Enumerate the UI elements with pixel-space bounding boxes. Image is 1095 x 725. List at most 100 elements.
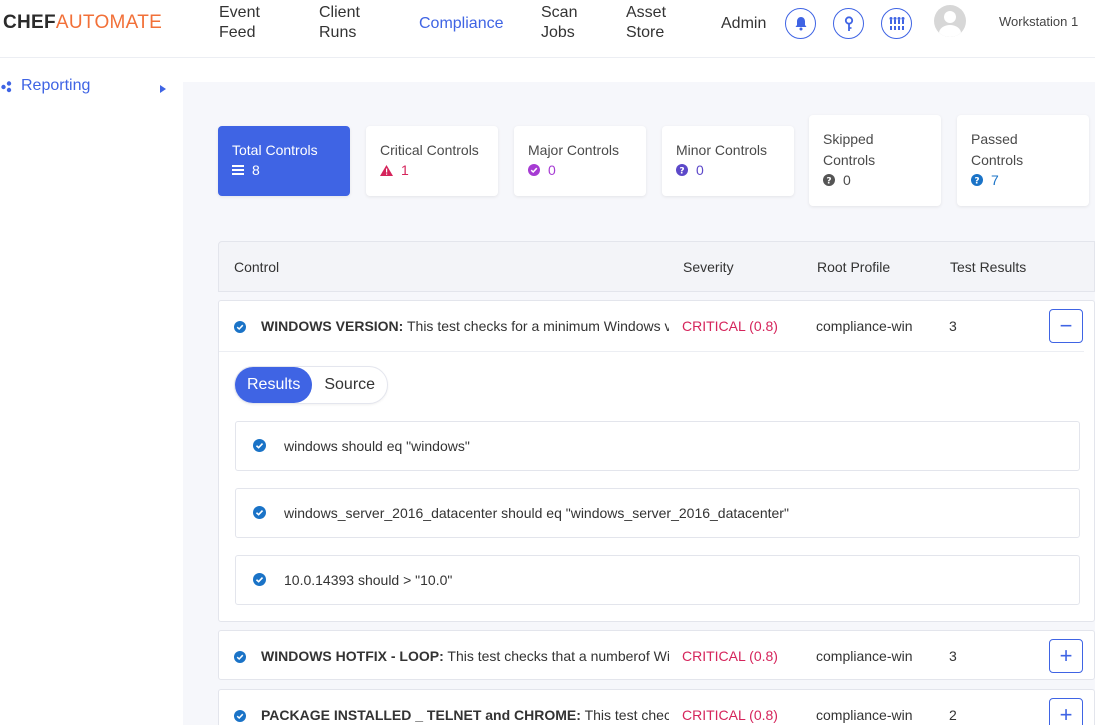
stat-value: 7: [991, 172, 999, 188]
root-profile-value: compliance-win: [816, 707, 913, 723]
table-row[interactable]: WINDOWS HOTFIX - LOOP: This test checks …: [218, 630, 1095, 680]
result-item[interactable]: windows should eq "windows": [235, 421, 1080, 471]
nav-label-line1: Asset: [626, 4, 667, 21]
stat-passed-controls[interactable]: Passed Controls ? 7: [957, 115, 1089, 206]
stat-critical-controls[interactable]: Critical Controls 1: [366, 126, 498, 196]
stat-major-controls[interactable]: Major Controls 0: [514, 126, 646, 196]
nav-label-line2: Jobs: [541, 24, 575, 41]
workstation-label[interactable]: Workstation 1: [999, 14, 1078, 29]
stat-skipped-controls[interactable]: Skipped Controls ? 0: [809, 115, 941, 206]
nav-label-line1: Compliance: [419, 15, 504, 32]
stat-minor-controls[interactable]: Minor Controls ? 0: [662, 126, 794, 196]
nav-client-runs[interactable]: Client Runs: [319, 3, 360, 43]
control-summary[interactable]: WINDOWS VERSION: This test checks for a …: [219, 301, 1094, 349]
check-circle-icon: [253, 439, 266, 455]
nav-admin[interactable]: Admin: [721, 14, 766, 34]
nav-scan-jobs[interactable]: Scan Jobs: [541, 3, 577, 43]
stat-total-controls[interactable]: Total Controls 8: [218, 126, 350, 196]
nav-label-line1: Admin: [721, 15, 767, 32]
sidebar-item-reporting[interactable]: Reporting: [0, 74, 183, 98]
nav-compliance[interactable]: Compliance: [419, 14, 503, 34]
expand-button[interactable]: +: [1049, 698, 1083, 725]
stat-title-line2: Controls: [971, 152, 1024, 168]
check-circle-icon: [234, 320, 246, 336]
check-circle-icon: [528, 164, 540, 176]
nav-asset-store[interactable]: Asset Store: [626, 3, 666, 43]
column-header-control[interactable]: Control: [234, 259, 279, 275]
control-description: This test checks for a minimum Windows v…: [406, 318, 669, 334]
logo-text-bold: CHEF: [3, 12, 56, 33]
stat-value: 0: [696, 162, 704, 178]
control-description: This test checks that a numberof Windows…: [447, 648, 669, 664]
nav-label-line1: Event: [219, 4, 260, 21]
caret-right-icon: [159, 81, 167, 99]
avatar[interactable]: [934, 5, 966, 37]
column-header-root-profile[interactable]: Root Profile: [817, 259, 890, 275]
warning-icon: [380, 164, 393, 176]
svg-text:?: ?: [826, 176, 831, 186]
stat-title-line2: Controls: [823, 152, 876, 168]
list-icon: [232, 165, 244, 175]
nav-label-line1: Client: [319, 4, 360, 21]
stat-value: 0: [548, 162, 556, 178]
svg-text:?: ?: [974, 176, 979, 186]
question-circle-icon: ?: [676, 164, 688, 176]
table-row[interactable]: WINDOWS VERSION: This test checks for a …: [218, 300, 1095, 622]
nav-label-line1: Scan: [541, 4, 578, 21]
check-circle-icon: [234, 650, 246, 666]
result-text: windows_server_2016_datacenter should eq…: [284, 505, 789, 521]
result-text: 10.0.14393 should > "10.0": [284, 572, 453, 588]
controls-table-header: Control Severity Root Profile Test Resul…: [218, 241, 1095, 292]
sidebar-item-label: Reporting: [21, 77, 91, 94]
stat-title: Major Controls: [528, 142, 620, 158]
question-circle-icon: ?: [971, 174, 983, 186]
control-detail-panel: Results Source windows should eq "window…: [219, 351, 1084, 622]
bell-icon[interactable]: [785, 8, 816, 39]
stat-value: 1: [401, 162, 409, 178]
control-name: WINDOWS HOTFIX - LOOP: This test checks …: [261, 648, 669, 664]
check-circle-icon: [234, 709, 246, 725]
control-summary[interactable]: WINDOWS HOTFIX - LOOP: This test checks …: [219, 631, 1094, 679]
stat-title: Critical Controls: [380, 142, 479, 158]
stat-value: 0: [843, 172, 851, 188]
table-row[interactable]: PACKAGE INSTALLED _ TELNET and CHROME: T…: [218, 689, 1095, 725]
stat-value: 8: [252, 162, 260, 178]
stat-title-line1: Skipped: [823, 131, 874, 147]
control-name: WINDOWS VERSION: This test checks for a …: [261, 318, 669, 334]
nav-event-feed[interactable]: Event Feed: [219, 3, 260, 43]
result-text: windows should eq "windows": [284, 438, 470, 454]
severity-value: CRITICAL (0.8): [682, 707, 778, 723]
reporting-icon: [1, 80, 13, 98]
control-summary[interactable]: PACKAGE INSTALLED _ TELNET and CHROME: T…: [219, 690, 1094, 725]
nav-label-line2: Runs: [319, 24, 357, 41]
tab-source[interactable]: Source: [312, 367, 387, 403]
key-icon[interactable]: [833, 8, 864, 39]
svg-text:?: ?: [679, 166, 684, 176]
results-source-tabs: Results Source: [234, 366, 389, 404]
root-profile-value: compliance-win: [816, 318, 913, 334]
result-item[interactable]: windows_server_2016_datacenter should eq…: [235, 488, 1080, 538]
tab-results[interactable]: Results: [235, 367, 313, 403]
check-circle-icon: [253, 506, 266, 522]
nav-label-line2: Store: [626, 24, 665, 41]
collapse-button[interactable]: −: [1049, 309, 1083, 343]
control-title: WINDOWS VERSION:: [261, 318, 404, 334]
column-header-test-results[interactable]: Test Results: [950, 259, 1026, 275]
logo-text-light: AUTOMATE: [55, 12, 163, 33]
severity-value: CRITICAL (0.8): [682, 648, 778, 664]
test-results-value: 3: [949, 318, 957, 334]
chef-automate-logo[interactable]: CHEFAUTOMATE: [3, 12, 162, 34]
result-item[interactable]: 10.0.14393 should > "10.0": [235, 555, 1080, 605]
stat-title-line1: Passed: [971, 131, 1018, 147]
expand-button[interactable]: +: [1049, 639, 1083, 673]
control-description: This test checks: [584, 707, 669, 723]
stat-title: Minor Controls: [676, 142, 768, 158]
stat-title: Total Controls: [232, 142, 318, 158]
control-name: PACKAGE INSTALLED _ TELNET and CHROME: T…: [261, 707, 669, 723]
column-header-severity[interactable]: Severity: [683, 259, 734, 275]
root-profile-value: compliance-win: [816, 648, 913, 664]
severity-value: CRITICAL (0.8): [682, 318, 778, 334]
sidebar: Reporting: [0, 58, 183, 725]
main-header-strip: [183, 58, 1095, 82]
settings-icon[interactable]: [881, 8, 912, 39]
